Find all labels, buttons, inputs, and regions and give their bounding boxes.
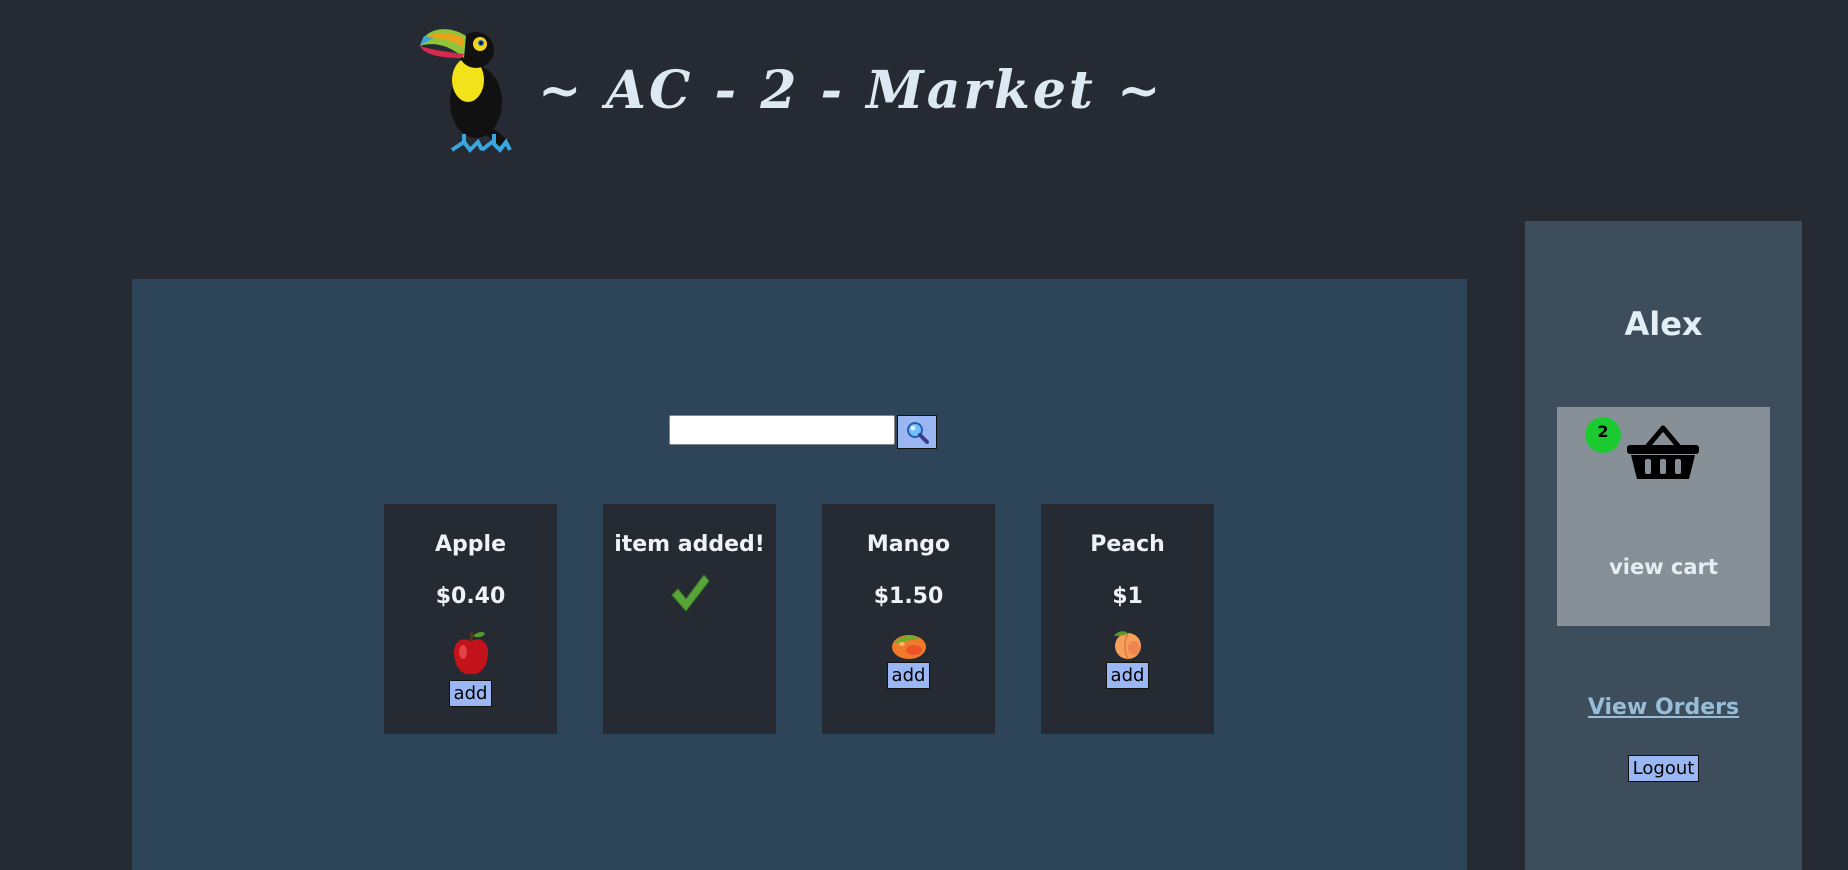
product-price: $0.40 bbox=[435, 584, 506, 609]
item-added-message: item added! bbox=[614, 532, 765, 557]
toucan-logo-icon bbox=[420, 29, 512, 154]
product-name: Apple bbox=[435, 532, 506, 557]
apple-icon bbox=[453, 631, 488, 675]
logout-button[interactable]: Logout bbox=[1627, 755, 1700, 782]
view-cart-link[interactable]: view cart bbox=[1557, 555, 1770, 579]
magnifier-icon bbox=[907, 422, 929, 444]
product-card-item-added: item added! bbox=[603, 504, 776, 734]
add-button[interactable]: add bbox=[886, 662, 931, 689]
cart-count-badge: 2 bbox=[1585, 417, 1621, 453]
product-card-apple: Apple $0.40 add bbox=[384, 504, 557, 734]
product-panel: Apple $0.40 add item added! Mango $1.50 … bbox=[132, 279, 1467, 870]
peach-icon bbox=[1113, 631, 1141, 660]
product-image bbox=[451, 630, 491, 678]
search-button[interactable] bbox=[897, 415, 937, 449]
search-input[interactable] bbox=[669, 415, 895, 445]
product-image bbox=[1110, 626, 1146, 660]
cart-widget[interactable]: 2 view cart bbox=[1557, 407, 1770, 626]
user-sidebar: Alex 2 view cart View Orders Logout bbox=[1525, 221, 1802, 870]
add-button[interactable]: add bbox=[448, 680, 493, 707]
user-name: Alex bbox=[1624, 305, 1703, 343]
page: ~ AC - 2 - Market ~ Apple $0.40 add item… bbox=[0, 0, 1848, 870]
product-card-mango: Mango $1.50 add bbox=[822, 504, 995, 734]
add-button[interactable]: add bbox=[1105, 662, 1150, 689]
product-price: $1 bbox=[1112, 584, 1143, 609]
product-name: Mango bbox=[866, 532, 951, 557]
logout-container: Logout bbox=[1525, 755, 1802, 782]
site-title: ~ AC - 2 - Market ~ bbox=[538, 59, 1164, 121]
view-orders-link[interactable]: View Orders bbox=[1525, 695, 1802, 720]
basket-icon bbox=[1627, 425, 1699, 479]
mango-icon bbox=[891, 635, 926, 659]
product-image bbox=[890, 626, 928, 660]
product-list: Apple $0.40 add item added! Mango $1.50 … bbox=[384, 504, 1260, 734]
confirmation bbox=[670, 573, 710, 617]
product-price: $1.50 bbox=[873, 584, 944, 609]
product-card-peach: Peach $1 add bbox=[1041, 504, 1214, 734]
search-bar bbox=[669, 415, 937, 449]
checkmark-icon bbox=[670, 574, 710, 612]
product-name: Peach bbox=[1090, 532, 1165, 557]
header: ~ AC - 2 - Market ~ bbox=[418, 20, 1164, 160]
